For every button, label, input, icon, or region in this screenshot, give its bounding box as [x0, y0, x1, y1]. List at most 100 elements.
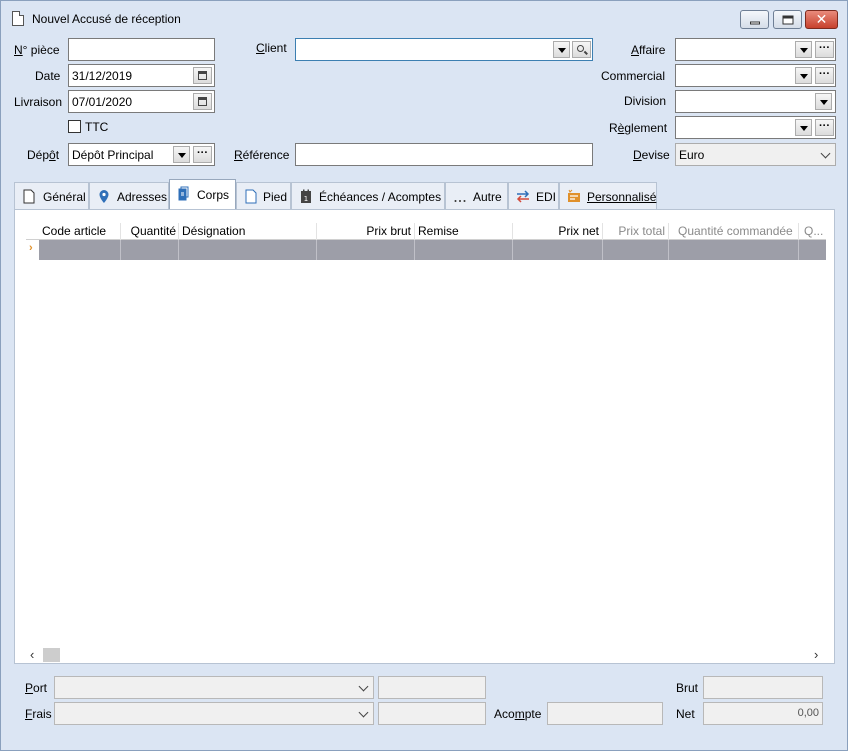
tab-adresses[interactable]: Adresses — [89, 182, 169, 209]
column-header[interactable]: Prix net — [514, 224, 599, 238]
column-header[interactable]: Quantité — [122, 224, 176, 238]
scroll-left-icon[interactable]: ‹ — [30, 647, 34, 662]
livraison-label: Livraison — [14, 95, 63, 109]
document-icon — [245, 189, 257, 204]
reglement-select[interactable]: ··· — [675, 116, 836, 139]
date-value: 31/12/2019 — [72, 69, 133, 83]
column-header[interactable]: Désignation — [182, 224, 312, 238]
depot-select[interactable]: Dépôt Principal ··· — [68, 143, 215, 166]
numero-piece-field[interactable] — [68, 38, 215, 61]
acompte-field[interactable] — [547, 702, 663, 725]
chevron-down-icon[interactable] — [795, 119, 812, 136]
column-header[interactable]: Code article — [42, 224, 122, 238]
devise-value: Euro — [679, 148, 705, 162]
depot-value: Dépôt Principal — [72, 148, 154, 162]
calendar-icon[interactable] — [193, 67, 212, 84]
reference-label: Référence — [234, 148, 290, 162]
ttc-checkbox[interactable] — [68, 120, 81, 133]
maximize-icon — [782, 15, 793, 24]
date-label: Date — [35, 69, 61, 83]
horizontal-scrollbar[interactable]: ‹ › — [26, 647, 826, 663]
row-selection — [39, 240, 826, 260]
port-select[interactable] — [54, 676, 374, 699]
port-label: Port — [25, 681, 48, 695]
chevron-down-icon[interactable] — [173, 146, 190, 163]
frais-amount-field[interactable] — [378, 702, 486, 725]
devise-label: Devise — [633, 148, 670, 162]
frais-label: Frais — [25, 707, 52, 721]
column-header[interactable]: Prix total — [604, 224, 665, 238]
chevron-down-icon[interactable] — [795, 41, 812, 58]
livraison-field[interactable]: 07/01/2020 — [68, 90, 215, 113]
map-pin-icon — [99, 190, 109, 203]
acompte-label: Acompte — [494, 707, 542, 721]
date-field[interactable]: 31/12/2019 — [68, 64, 215, 87]
calendar-icon: 1 — [301, 189, 311, 203]
document-icon — [23, 189, 35, 204]
brut-field — [703, 676, 823, 699]
tab-general[interactable]: Général — [14, 182, 89, 209]
net-label: Net — [676, 707, 695, 721]
division-select[interactable] — [675, 90, 836, 113]
tab-pied[interactable]: Pied — [236, 182, 291, 209]
exchange-arrows-icon — [516, 190, 530, 203]
client-field[interactable] — [295, 38, 593, 61]
column-header[interactable]: Q... — [804, 224, 826, 238]
scroll-thumb[interactable] — [43, 648, 60, 662]
affaire-select[interactable]: ··· — [675, 38, 836, 61]
commercial-label: Commercial — [601, 69, 666, 83]
tab-personnalise[interactable]: Personnalisé — [559, 182, 657, 209]
client-label: Client — [256, 41, 287, 55]
close-icon: ✕ — [815, 11, 828, 28]
search-icon[interactable] — [572, 41, 591, 58]
net-value: 0,00 — [797, 707, 819, 719]
chevron-down-icon[interactable] — [553, 41, 570, 58]
document-stack-icon — [178, 186, 189, 201]
commercial-select[interactable]: ··· — [675, 64, 836, 87]
ellipsis-button[interactable]: ··· — [815, 41, 834, 58]
document-icon — [12, 11, 24, 26]
reglement-label: Règlement — [609, 121, 668, 135]
ellipsis-button[interactable]: ··· — [815, 119, 834, 136]
reference-field[interactable] — [295, 143, 593, 166]
title-bar: Nouvel Accusé de réception ✕ — [1, 1, 847, 37]
chevron-down-icon[interactable] — [795, 67, 812, 84]
minimize-button[interactable] — [740, 10, 769, 29]
tab-edi[interactable]: EDI — [508, 182, 559, 209]
close-button[interactable]: ✕ — [805, 10, 838, 29]
ellipsis-icon — [454, 200, 466, 202]
devise-select[interactable]: Euro — [675, 143, 836, 166]
grid-header: Code article Quantité Désignation Prix b… — [26, 223, 826, 240]
division-label: Division — [624, 94, 667, 108]
chevron-down-icon — [358, 707, 369, 718]
depot-label: Dépôt — [27, 148, 60, 162]
minimize-icon — [749, 21, 760, 24]
ellipsis-button[interactable]: ··· — [193, 146, 212, 163]
maximize-button[interactable] — [773, 10, 802, 29]
tab-echeances[interactable]: 1 Échéances / Acomptes — [291, 182, 445, 209]
tab-autre[interactable]: Autre — [445, 182, 508, 209]
port-amount-field[interactable] — [378, 676, 486, 699]
chevron-down-icon — [820, 148, 831, 159]
tab-corps[interactable]: Corps — [169, 179, 236, 210]
ttc-label: TTC — [85, 120, 109, 134]
brut-label: Brut — [676, 681, 699, 695]
frais-select[interactable] — [54, 702, 374, 725]
table-row[interactable]: › — [26, 240, 826, 260]
window-title: Nouvel Accusé de réception — [32, 12, 181, 26]
column-header[interactable]: Remise — [418, 224, 508, 238]
affaire-label: Affaire — [631, 43, 666, 57]
calendar-icon[interactable] — [193, 93, 212, 110]
column-header[interactable]: Quantité commandée — [678, 224, 798, 238]
row-marker-icon: › — [29, 242, 33, 254]
scroll-right-icon[interactable]: › — [814, 647, 818, 662]
column-header[interactable]: Prix brut — [318, 224, 411, 238]
ellipsis-button[interactable]: ··· — [815, 67, 834, 84]
chevron-down-icon[interactable] — [815, 93, 832, 110]
numero-piece-label: N° pièce — [14, 43, 60, 57]
corps-panel: Code article Quantité Désignation Prix b… — [14, 209, 835, 664]
custom-fields-icon — [568, 189, 580, 202]
net-field: 0,00 — [703, 702, 823, 725]
svg-text:1: 1 — [304, 195, 308, 203]
chevron-down-icon — [358, 681, 369, 692]
